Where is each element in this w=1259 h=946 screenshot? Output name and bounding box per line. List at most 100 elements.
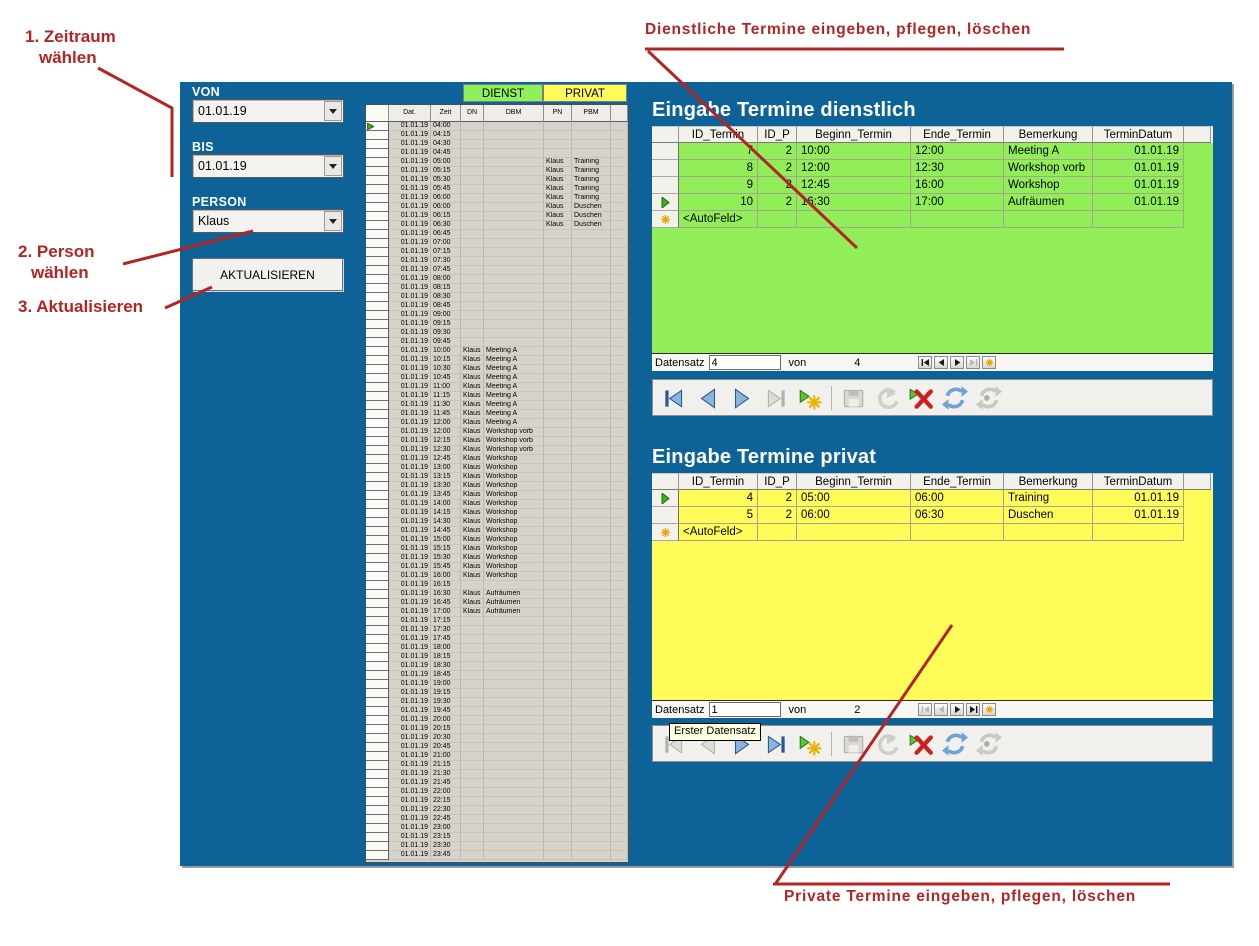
grid-cell-date[interactable]: 01.01.19 xyxy=(389,419,431,428)
grid-row-selector[interactable] xyxy=(366,239,389,248)
record-selector[interactable] xyxy=(652,177,679,194)
grid-cell-zeit[interactable]: 21:30 xyxy=(431,770,461,779)
grid-cell-pn[interactable] xyxy=(544,545,572,554)
grid-cell-pbm[interactable] xyxy=(572,518,611,527)
table-row[interactable]: 9212:4516:00Workshop01.01.19 xyxy=(652,177,1213,194)
record-selector[interactable] xyxy=(652,160,679,177)
grid-row[interactable]: 01.01.1905:15KlausTraining xyxy=(366,167,628,176)
grid-cell-pn[interactable] xyxy=(544,824,572,833)
table-cell[interactable]: 01.01.19 xyxy=(1093,194,1184,211)
table-cell[interactable]: 16:30 xyxy=(797,194,911,211)
grid-cell-dbm[interactable] xyxy=(484,194,544,203)
grid-cell-zeit[interactable]: 16:15 xyxy=(431,581,461,590)
grid-row-selector[interactable] xyxy=(366,788,389,797)
grid-cell-date[interactable]: 01.01.19 xyxy=(389,644,431,653)
grid-cell-dn[interactable]: Klaus xyxy=(461,446,484,455)
grid-cell-dbm[interactable] xyxy=(484,338,544,347)
grid-cell-zeit[interactable]: 05:15 xyxy=(431,167,461,176)
grid-cell-zeit[interactable]: 23:30 xyxy=(431,842,461,851)
new-record-button[interactable] xyxy=(796,384,823,411)
grid-row[interactable]: 01.01.1920:15 xyxy=(366,725,628,734)
grid-cell-date[interactable]: 01.01.19 xyxy=(389,671,431,680)
grid-cell-dn[interactable] xyxy=(461,311,484,320)
grid-cell-dn[interactable] xyxy=(461,230,484,239)
grid-row-selector[interactable] xyxy=(366,752,389,761)
new-record-cell[interactable] xyxy=(797,524,911,541)
refresh-button[interactable] xyxy=(941,730,968,757)
grid-cell-pbm[interactable] xyxy=(572,689,611,698)
grid-cell-pbm[interactable] xyxy=(572,392,611,401)
grid-cell-dn[interactable] xyxy=(461,626,484,635)
grid-cell-dn[interactable] xyxy=(461,635,484,644)
table-column-header[interactable]: Beginn_Termin xyxy=(797,473,911,490)
grid-cell-dn[interactable] xyxy=(461,140,484,149)
grid-cell-zeit[interactable]: 13:45 xyxy=(431,491,461,500)
schedule-grid-body[interactable]: 01.01.1904:0001.01.1904:1501.01.1904:300… xyxy=(366,122,628,860)
grid-row[interactable]: 01.01.1906:15KlausDuschen xyxy=(366,212,628,221)
grid-row[interactable]: 01.01.1917:30 xyxy=(366,626,628,635)
table-row[interactable]: 10216:3017:00Aufräumen01.01.19 xyxy=(652,194,1213,211)
grid-row-selector[interactable] xyxy=(366,140,389,149)
grid-row[interactable]: 01.01.1911:30KlausMeeting A xyxy=(366,401,628,410)
grid-cell-pbm[interactable] xyxy=(572,275,611,284)
grid-cell-zeit[interactable]: 12:00 xyxy=(431,428,461,437)
grid-row-selector[interactable] xyxy=(366,194,389,203)
grid-row-selector[interactable] xyxy=(366,275,389,284)
grid-cell-pn[interactable] xyxy=(544,815,572,824)
grid-cell-dn[interactable]: Klaus xyxy=(461,554,484,563)
grid-row-selector[interactable] xyxy=(366,590,389,599)
grid-cell-zeit[interactable]: 22:45 xyxy=(431,815,461,824)
grid-cell-pn[interactable] xyxy=(544,347,572,356)
grid-cell-dn[interactable]: Klaus xyxy=(461,491,484,500)
grid-row[interactable]: 01.01.1904:30 xyxy=(366,140,628,149)
grid-row-selector[interactable] xyxy=(366,680,389,689)
grid-row-selector[interactable] xyxy=(366,851,389,860)
grid-cell-dbm[interactable] xyxy=(484,257,544,266)
grid-cell-zeit[interactable]: 14:30 xyxy=(431,518,461,527)
grid-cell-zeit[interactable]: 21:45 xyxy=(431,779,461,788)
grid-cell-pn[interactable]: Klaus xyxy=(544,167,572,176)
grid-cell-date[interactable]: 01.01.19 xyxy=(389,149,431,158)
grid-cell-pn[interactable] xyxy=(544,581,572,590)
grid-cell-dn[interactable] xyxy=(461,689,484,698)
grid-cell-date[interactable]: 01.01.19 xyxy=(389,545,431,554)
grid-row-selector[interactable] xyxy=(366,581,389,590)
grid-row[interactable]: 01.01.1916:30KlausAufräumen xyxy=(366,590,628,599)
grid-cell-pn[interactable] xyxy=(544,752,572,761)
grid-cell-date[interactable]: 01.01.19 xyxy=(389,122,431,131)
grid-cell-pn[interactable] xyxy=(544,842,572,851)
grid-cell-zeit[interactable]: 12:45 xyxy=(431,455,461,464)
grid-column-header[interactable]: DBM xyxy=(484,105,544,122)
grid-cell-dn[interactable] xyxy=(461,680,484,689)
grid-cell-date[interactable]: 01.01.19 xyxy=(389,599,431,608)
grid-row[interactable]: 01.01.1914:15KlausWorkshop xyxy=(366,509,628,518)
table-cell[interactable]: 2 xyxy=(758,143,797,160)
grid-cell-dn[interactable] xyxy=(461,797,484,806)
grid-cell-dbm[interactable]: Meeting A xyxy=(484,356,544,365)
grid-cell-pbm[interactable] xyxy=(572,779,611,788)
grid-cell-dbm[interactable] xyxy=(484,140,544,149)
grid-cell-dn[interactable] xyxy=(461,302,484,311)
grid-cell-date[interactable]: 01.01.19 xyxy=(389,158,431,167)
grid-row-selector[interactable] xyxy=(366,599,389,608)
grid-cell-pn[interactable] xyxy=(544,689,572,698)
grid-cell-dn[interactable] xyxy=(461,707,484,716)
table-cell[interactable]: 5 xyxy=(679,507,758,524)
grid-row-selector[interactable] xyxy=(366,815,389,824)
grid-cell-pbm[interactable] xyxy=(572,329,611,338)
new-record-nav-button[interactable] xyxy=(982,356,996,369)
grid-cell-pn[interactable] xyxy=(544,662,572,671)
grid-cell-pn[interactable]: Klaus xyxy=(544,203,572,212)
grid-row-selector[interactable] xyxy=(366,500,389,509)
grid-row[interactable]: 01.01.1908:00 xyxy=(366,275,628,284)
grid-cell-pbm[interactable] xyxy=(572,482,611,491)
grid-cell-pn[interactable] xyxy=(544,626,572,635)
table-column-header[interactable]: Ende_Termin xyxy=(911,473,1004,490)
grid-row[interactable]: 01.01.1922:15 xyxy=(366,797,628,806)
grid-cell-pn[interactable] xyxy=(544,671,572,680)
grid-cell-dbm[interactable]: Workshop xyxy=(484,527,544,536)
grid-cell-dn[interactable] xyxy=(461,167,484,176)
grid-cell-dn[interactable]: Klaus xyxy=(461,563,484,572)
table-row[interactable]: 8212:0012:30Workshop vorb01.01.19 xyxy=(652,160,1213,177)
grid-row[interactable]: 01.01.1920:00 xyxy=(366,716,628,725)
